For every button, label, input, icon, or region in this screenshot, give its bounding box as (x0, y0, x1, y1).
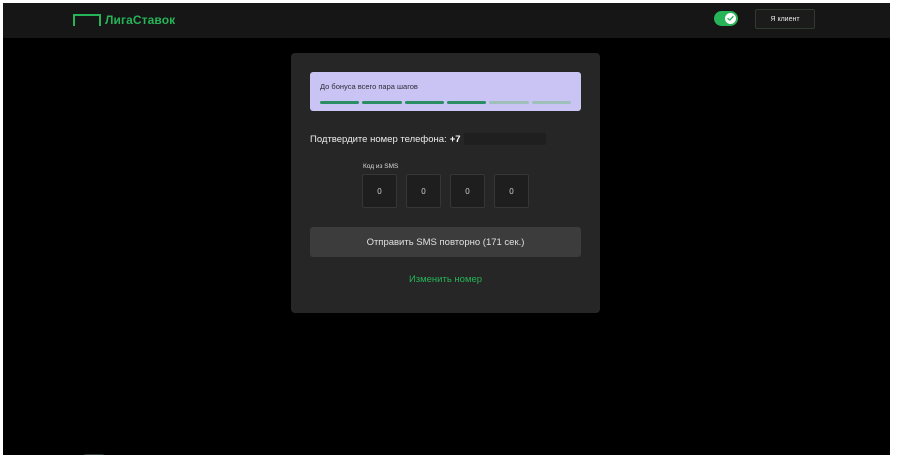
change-number-link[interactable]: Изменить номер (291, 274, 600, 285)
progress-steps (320, 101, 571, 104)
client-login-button[interactable]: Я клиент (755, 9, 815, 29)
theme-toggle[interactable] (714, 11, 738, 26)
phone-confirmation-card: До бонуса всего пара шагов Подтвердите н… (291, 53, 600, 313)
bottom-corner-widget (83, 454, 105, 455)
check-icon (725, 13, 736, 24)
sms-code-label: Код из SMS (363, 163, 399, 170)
resend-sms-button[interactable]: Отправить SMS повторно (171 сек.) (310, 227, 581, 257)
logo[interactable]: ЛигаСтавок (73, 13, 175, 27)
bonus-progress-text: До бонуса всего пара шагов (320, 82, 418, 91)
sms-digit-input[interactable]: 0 (494, 174, 529, 208)
progress-step (531, 101, 571, 104)
phone-prefix: +7 (449, 133, 461, 145)
top-bar: ЛигаСтавок Я клиент (3, 3, 890, 38)
bonus-progress-banner: До бонуса всего пара шагов (310, 72, 581, 111)
progress-step (446, 101, 487, 104)
logo-text: ЛигаСтавок (105, 13, 176, 27)
sms-code-inputs: 0 0 0 0 (362, 174, 529, 208)
sms-digit-input[interactable]: 0 (406, 174, 441, 208)
progress-step (320, 101, 360, 104)
sms-digit-input[interactable]: 0 (450, 174, 485, 208)
phone-confirm-row: Подтвердите номер телефона: +7 (310, 132, 546, 146)
sms-digit-input[interactable]: 0 (362, 174, 397, 208)
logo-mark-icon (73, 14, 101, 26)
progress-step (404, 101, 444, 104)
progress-step (362, 101, 402, 104)
app-viewport: ЛигаСтавок Я клиент До бонуса всего пара… (3, 3, 890, 455)
phone-confirm-label: Подтвердите номер телефона: (310, 133, 447, 145)
phone-number-masked (463, 133, 546, 145)
progress-step (489, 101, 529, 104)
